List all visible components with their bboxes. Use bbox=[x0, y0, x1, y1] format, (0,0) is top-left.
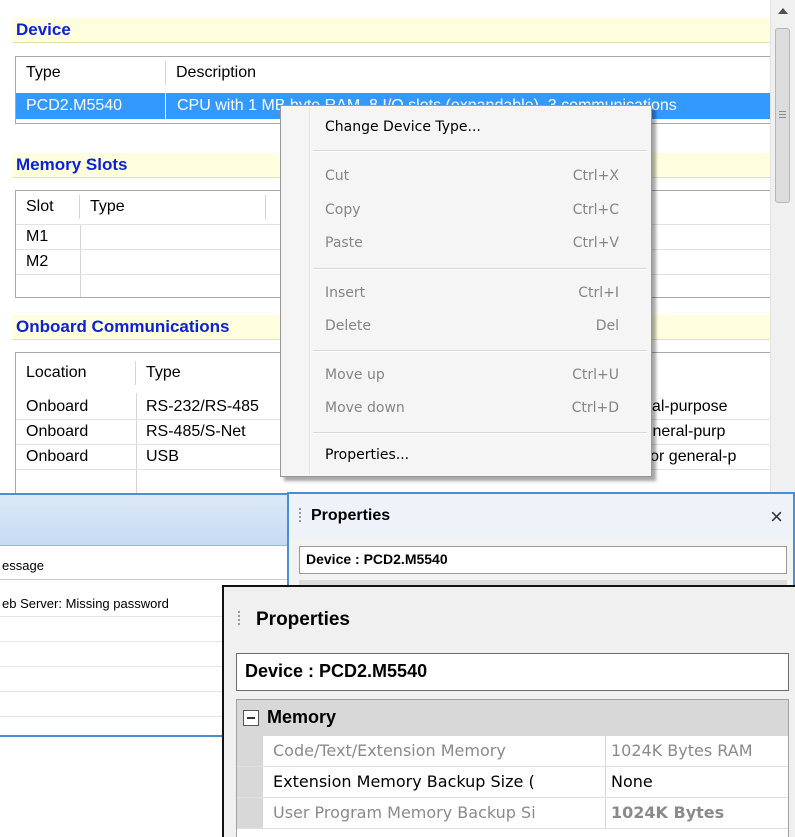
properties-device-selector[interactable]: Device : PCD2.M5540 bbox=[299, 546, 787, 574]
menu-item-label: Insert bbox=[325, 285, 366, 301]
comm-type-cell: USB bbox=[146, 448, 179, 465]
property-row-code-text-extension-memory[interactable]: Code/Text/Extension Memory 1024K Bytes R… bbox=[237, 736, 788, 767]
menu-item-shortcut: Ctrl+I bbox=[578, 285, 619, 301]
menu-item-label: Move down bbox=[325, 400, 405, 416]
property-name: Extension Memory Backup Size ( bbox=[273, 772, 535, 791]
slot-cell: M1 bbox=[26, 228, 49, 245]
menu-item-move-down[interactable]: Move down Ctrl+D bbox=[281, 393, 651, 423]
comm-type-cell: RS-485/S-Net bbox=[146, 423, 246, 440]
property-row-extension-memory-backup-size[interactable]: Extension Memory Backup Size ( None bbox=[237, 767, 788, 798]
column-header-slot-type[interactable]: Type bbox=[80, 195, 266, 219]
property-category-memory[interactable]: Memory bbox=[237, 700, 788, 736]
property-value[interactable]: None bbox=[611, 772, 653, 791]
menu-item-copy[interactable]: Copy Ctrl+C bbox=[281, 195, 651, 225]
property-row-user-program-memory-backup-size[interactable]: User Program Memory Backup Si 1024K Byte… bbox=[237, 798, 788, 829]
location-cell: Onboard bbox=[26, 398, 89, 415]
menu-item-label: Paste bbox=[325, 235, 363, 251]
properties-window-front: Properties Device : PCD2.M5540 Memory Co… bbox=[222, 585, 795, 837]
menu-item-label: Change Device Type... bbox=[325, 119, 481, 135]
scrollbar-thumb[interactable] bbox=[775, 28, 790, 203]
menu-item-label: Move up bbox=[325, 367, 385, 383]
collapse-minus-icon[interactable] bbox=[243, 710, 259, 726]
menu-item-properties[interactable]: Properties... bbox=[281, 440, 651, 470]
menu-item-delete[interactable]: Delete Del bbox=[281, 311, 651, 341]
context-menu: Change Device Type... Cut Ctrl+X Copy Ct… bbox=[280, 105, 652, 477]
menu-item-insert[interactable]: Insert Ctrl+I bbox=[281, 278, 651, 308]
device-type-cell[interactable]: PCD2.M5540 bbox=[16, 93, 166, 119]
comm-type-cell: RS-232/RS-485 bbox=[146, 398, 259, 415]
menu-item-paste[interactable]: Paste Ctrl+V bbox=[281, 228, 651, 258]
menu-item-change-device-type[interactable]: Change Device Type... bbox=[281, 112, 651, 142]
properties-device-label: Device : PCD2.M5540 bbox=[245, 661, 428, 681]
properties-title: Properties bbox=[311, 507, 391, 524]
menu-item-shortcut: Ctrl+X bbox=[572, 168, 619, 184]
scroll-up-arrow-icon[interactable] bbox=[778, 8, 788, 14]
properties-titlebar[interactable]: Properties × bbox=[289, 494, 793, 540]
column-header-description[interactable]: Description bbox=[166, 61, 771, 85]
close-icon[interactable]: × bbox=[770, 504, 783, 530]
menu-item-shortcut: Del bbox=[595, 318, 619, 334]
menu-item-shortcut: Ctrl+U bbox=[572, 367, 619, 383]
slot-cell: M2 bbox=[26, 253, 49, 270]
section-title-memory-slots: Memory Slots bbox=[16, 155, 128, 174]
drag-grip-icon[interactable] bbox=[238, 611, 241, 627]
column-header-location[interactable]: Location bbox=[16, 361, 136, 385]
location-cell: Onboard bbox=[26, 448, 89, 465]
vertical-scrollbar[interactable] bbox=[770, 0, 795, 493]
message-pane-titlebar bbox=[0, 493, 300, 546]
properties-title: Properties bbox=[256, 609, 350, 630]
properties-titlebar[interactable]: Properties bbox=[224, 587, 795, 653]
location-cell: Onboard bbox=[26, 423, 89, 440]
menu-item-move-up[interactable]: Move up Ctrl+U bbox=[281, 360, 651, 390]
menu-item-shortcut: Ctrl+C bbox=[572, 202, 619, 218]
menu-item-label: Copy bbox=[325, 202, 361, 218]
property-name: User Program Memory Backup Si bbox=[273, 803, 536, 822]
device-table-header: Type Description bbox=[16, 61, 771, 85]
property-value: 1024K Bytes RAM bbox=[611, 741, 753, 760]
column-header-type[interactable]: Type bbox=[16, 61, 166, 85]
column-header-message[interactable]: essage bbox=[0, 553, 300, 580]
properties-device-selector[interactable]: Device : PCD2.M5540 bbox=[236, 653, 789, 691]
column-header-slot[interactable]: Slot bbox=[16, 195, 80, 219]
menu-item-shortcut: Ctrl+V bbox=[572, 235, 619, 251]
property-name: Code/Text/Extension Memory bbox=[273, 741, 506, 760]
property-grid: Memory Code/Text/Extension Memory 1024K … bbox=[236, 699, 789, 837]
properties-device-label: Device : PCD2.M5540 bbox=[306, 551, 448, 567]
menu-item-label: Delete bbox=[325, 318, 371, 334]
property-value: 1024K Bytes bbox=[611, 803, 725, 822]
section-title-onboard-comm: Onboard Communications bbox=[16, 317, 230, 336]
menu-item-label: Cut bbox=[325, 168, 350, 184]
property-category-label: Memory bbox=[267, 707, 337, 727]
menu-item-label: Properties... bbox=[325, 447, 410, 463]
menu-item-cut[interactable]: Cut Ctrl+X bbox=[281, 161, 651, 191]
drag-grip-icon[interactable] bbox=[299, 508, 302, 524]
menu-item-shortcut: Ctrl+D bbox=[571, 400, 619, 416]
section-header-device: Device bbox=[12, 18, 770, 43]
section-title-device: Device bbox=[16, 20, 71, 39]
